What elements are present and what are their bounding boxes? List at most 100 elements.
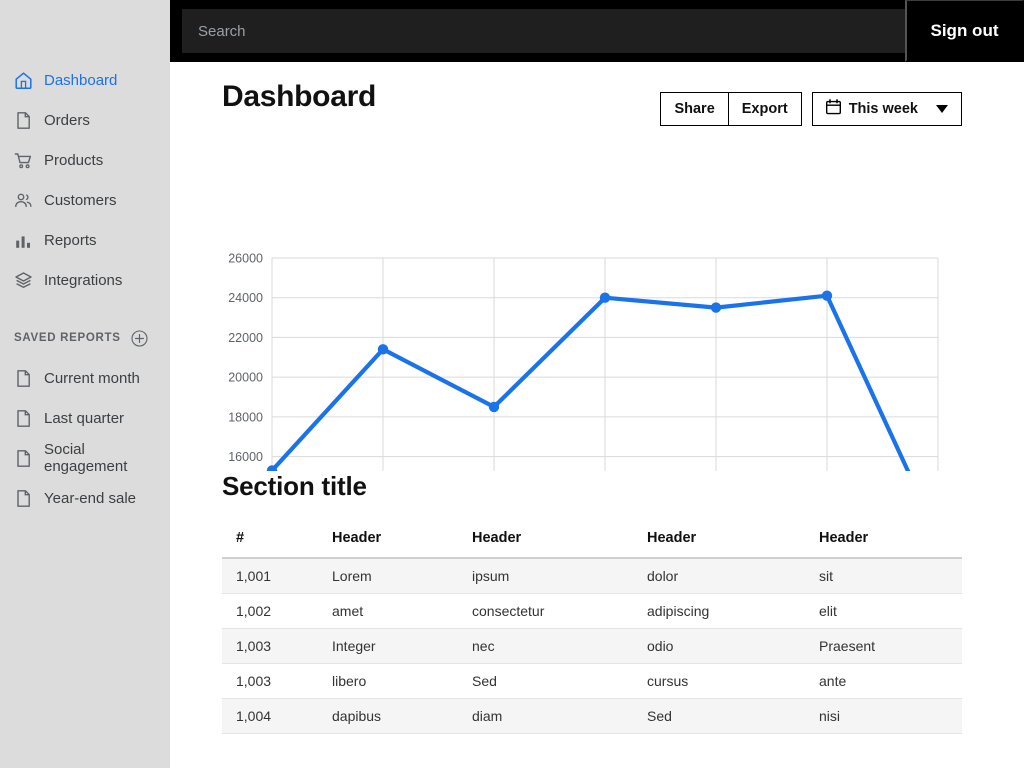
sidebar-item-customers[interactable]: Customers bbox=[0, 180, 170, 220]
table-cell: nec bbox=[472, 628, 647, 664]
table-cell: sit bbox=[819, 558, 962, 594]
table-column-header: Header bbox=[472, 526, 647, 559]
primary-nav: Dashboard Orders Products Customers Reports I… bbox=[0, 0, 170, 300]
table-column-header: Header bbox=[819, 526, 962, 559]
data-point[interactable]: Tuesday: 18500 bbox=[488, 401, 500, 413]
y-tick-label: 16000 bbox=[228, 450, 263, 464]
table-cell: Integer bbox=[332, 628, 472, 664]
table-cell: Sed bbox=[647, 698, 819, 734]
y-tick-label: 18000 bbox=[228, 410, 263, 424]
table-row: 1,004 dapibus diam Sed nisi bbox=[222, 698, 962, 734]
document-icon bbox=[14, 409, 33, 428]
data-point[interactable]: Thursday: 23500 bbox=[710, 302, 722, 313]
sidebar-item-label: Products bbox=[44, 151, 104, 169]
data-table: # Header Header Header Header 1,001 Lorem ipsu… bbox=[222, 526, 962, 734]
sidebar: Dashboard Orders Products Customers Reports I… bbox=[0, 0, 170, 768]
table-cell: ipsum bbox=[472, 558, 647, 594]
y-tick-label: 24000 bbox=[228, 291, 263, 305]
saved-report-label: Current month bbox=[44, 369, 140, 387]
table-cell: Sed bbox=[472, 663, 647, 699]
saved-report-last-quarter[interactable]: Last quarter bbox=[0, 398, 170, 438]
y-tick-label: 20000 bbox=[228, 371, 263, 385]
calendar-icon bbox=[825, 99, 841, 119]
y-tick-label: 22000 bbox=[228, 331, 263, 345]
line-chart: 1200014000160001800020000220002400026000… bbox=[170, 136, 1024, 471]
share-button[interactable]: Share bbox=[660, 92, 729, 126]
table-cell: 1,003 bbox=[222, 628, 332, 664]
layers-icon bbox=[14, 271, 33, 290]
saved-report-social-engagement[interactable]: Social engagement bbox=[0, 438, 170, 478]
sidebar-item-label: Reports bbox=[44, 231, 97, 249]
y-tick-label: 26000 bbox=[228, 252, 263, 266]
saved-report-label: Last quarter bbox=[44, 409, 125, 427]
saved-report-current-month[interactable]: Current month bbox=[0, 358, 170, 398]
sidebar-item-orders[interactable]: Orders bbox=[0, 100, 170, 140]
table-cell: elit bbox=[819, 593, 962, 629]
chevron-down-icon bbox=[936, 105, 948, 113]
table-column-header: Header bbox=[332, 526, 472, 559]
date-range-label: This week bbox=[848, 101, 918, 117]
sign-out-button[interactable]: Sign out bbox=[905, 0, 1024, 62]
table-cell: libero bbox=[332, 663, 472, 699]
document-icon bbox=[14, 369, 33, 388]
table-row: 1,003 libero Sed cursus ante bbox=[222, 663, 962, 699]
sidebar-item-reports[interactable]: Reports bbox=[0, 220, 170, 260]
table-cell: 1,004 bbox=[222, 698, 332, 734]
export-button[interactable]: Export bbox=[728, 92, 802, 126]
saved-reports-label: SAVED REPORTS bbox=[14, 332, 121, 344]
cart-icon bbox=[14, 151, 33, 170]
table-cell: amet bbox=[332, 593, 472, 629]
saved-reports-nav: Current month Last quarter Social engageme… bbox=[0, 358, 170, 518]
share-export-group: Share Export bbox=[660, 92, 802, 126]
sidebar-item-dashboard[interactable]: Dashboard bbox=[0, 60, 170, 100]
data-point[interactable]: Monday: 21400 bbox=[377, 344, 389, 355]
sidebar-item-label: Integrations bbox=[44, 271, 123, 289]
table-cell: 1,002 bbox=[222, 593, 332, 629]
table-cell: nisi bbox=[819, 698, 962, 734]
table-body: 1,001 Lorem ipsum dolor sit 1,002 amet consecte… bbox=[222, 558, 962, 734]
sidebar-item-integrations[interactable]: Integrations bbox=[0, 260, 170, 300]
table-cell: adipiscing bbox=[647, 593, 819, 629]
data-point[interactable]: Wednesday: 24000 bbox=[599, 292, 611, 303]
data-point[interactable]: Friday: 24100 bbox=[821, 290, 833, 301]
table-column-header: # bbox=[222, 526, 332, 559]
table-cell: dapibus bbox=[332, 698, 472, 734]
table-cell: Praesent bbox=[819, 628, 962, 664]
table-cell: odio bbox=[647, 628, 819, 664]
document-icon bbox=[14, 449, 33, 468]
table-cell: Lorem bbox=[332, 558, 472, 594]
table-cell: dolor bbox=[647, 558, 819, 594]
sidebar-item-products[interactable]: Products bbox=[0, 140, 170, 180]
top-bar: Sign out bbox=[170, 0, 1024, 62]
saved-reports-header: SAVED REPORTS bbox=[0, 318, 170, 358]
saved-report-label: Year-end sale bbox=[44, 489, 137, 507]
table-row: 1,002 amet consectetur adipiscing elit bbox=[222, 593, 962, 629]
table-cell: consectetur bbox=[472, 593, 647, 629]
table-cell: diam bbox=[472, 698, 647, 734]
document-icon bbox=[14, 111, 33, 130]
date-range-dropdown[interactable]: This week bbox=[811, 92, 962, 126]
saved-report-label: Social engagement bbox=[44, 441, 128, 475]
page-header: Dashboard Share Export This week bbox=[170, 62, 1024, 136]
bar-chart-icon bbox=[14, 231, 33, 250]
table-cell: cursus bbox=[647, 663, 819, 699]
sidebar-item-label: Customers bbox=[44, 191, 117, 209]
section-title: Section title bbox=[222, 471, 367, 501]
main-content: Dashboard Share Export This week 16000 1… bbox=[170, 62, 1024, 768]
table-column-header: Header bbox=[647, 526, 819, 559]
table-cell: 1,001 bbox=[222, 558, 332, 594]
people-icon bbox=[14, 191, 33, 210]
page-title: Dashboard bbox=[222, 80, 376, 113]
data-table-container: # Header Header Header Header 1,001 Lorem ipsu… bbox=[222, 526, 962, 734]
saved-report-year-end-sale[interactable]: Year-end sale bbox=[0, 478, 170, 518]
home-icon bbox=[14, 71, 33, 90]
search-input[interactable] bbox=[182, 9, 905, 53]
header-actions: Share Export This week bbox=[660, 92, 962, 126]
line-chart-svg: 1200014000160001800020000220002400026000… bbox=[228, 252, 939, 471]
sidebar-item-label: Orders bbox=[44, 111, 90, 129]
table-cell: 1,003 bbox=[222, 663, 332, 699]
table-header-row: # Header Header Header Header bbox=[222, 526, 962, 559]
plus-circle-icon[interactable] bbox=[131, 329, 148, 347]
table-cell: ante bbox=[819, 663, 962, 699]
table-row: 1,001 Lorem ipsum dolor sit bbox=[222, 558, 962, 594]
